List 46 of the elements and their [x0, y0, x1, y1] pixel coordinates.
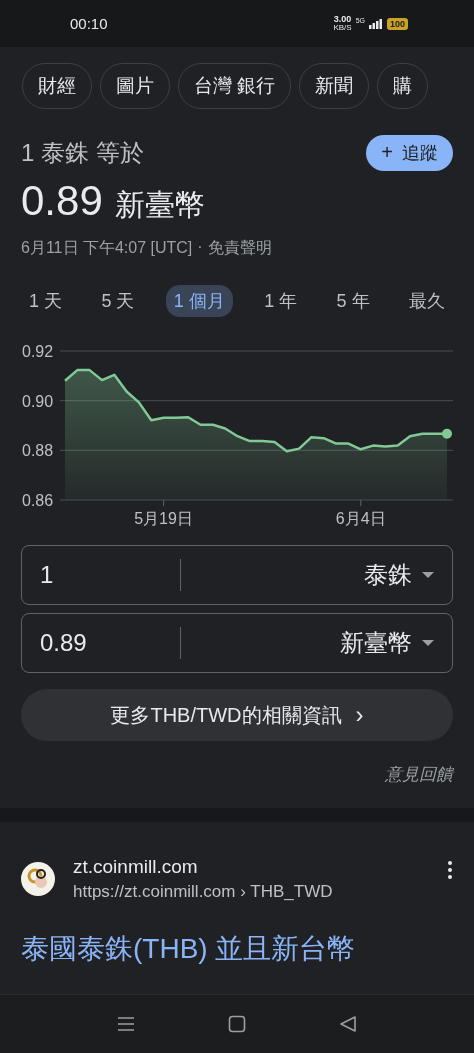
- menu-icon[interactable]: [116, 1016, 135, 1032]
- filter-chip[interactable]: 圖片: [100, 63, 170, 109]
- filter-chip[interactable]: 新聞: [299, 63, 370, 109]
- amount-field[interactable]: 1: [40, 561, 180, 589]
- network-speed-unit: KB/S: [333, 24, 352, 32]
- range-tab[interactable]: 1 個月: [165, 285, 233, 317]
- site-name: zt.coinmill.com: [73, 856, 199, 878]
- back-icon[interactable]: [339, 1015, 358, 1033]
- network-speed: 3.00: [333, 15, 352, 24]
- range-tab[interactable]: 1 天: [21, 285, 70, 317]
- currency-dropdown[interactable]: 泰銖: [181, 559, 434, 591]
- disclaimer-link[interactable]: 免責聲明: [207, 238, 272, 259]
- current-point: [442, 428, 452, 439]
- amount-field[interactable]: 0.89: [40, 629, 180, 657]
- caret-icon: [422, 639, 434, 647]
- site-url: https://zt.coinmill.com › THB_TWD: [73, 882, 334, 902]
- axis-label: 5月19日: [134, 510, 193, 527]
- axis-label: 0.86: [22, 492, 54, 509]
- clock: 00:10: [70, 15, 108, 32]
- result-value: 0.89: [21, 177, 103, 225]
- filter-chip[interactable]: 財經: [22, 63, 92, 109]
- more-info-button[interactable]: 更多THB/TWD的相關資訊 ›: [21, 689, 453, 741]
- separator-dot: ·: [197, 238, 203, 257]
- axis-label: 0.92: [22, 343, 54, 360]
- range-tab[interactable]: 5 天: [93, 285, 143, 317]
- result-currency: 新臺幣: [114, 187, 205, 223]
- filter-chip[interactable]: 台灣 銀行: [178, 63, 292, 109]
- axis-label: 0.90: [22, 392, 54, 410]
- feedback-link[interactable]: 意見回饋: [385, 763, 453, 786]
- follow-button[interactable]: + 追蹤: [366, 135, 453, 171]
- axis-label: 0.88: [22, 442, 54, 460]
- range-tab[interactable]: 最久: [400, 285, 453, 317]
- currency-dropdown[interactable]: 新臺幣: [181, 627, 434, 659]
- conversion-heading: 1 泰銖 等於: [21, 138, 144, 168]
- range-tab[interactable]: 5 年: [328, 285, 378, 317]
- caret-icon: [422, 571, 434, 579]
- result-title-link[interactable]: 泰國泰銖(THB) 並且新台幣: [21, 930, 453, 968]
- battery-level: 100: [386, 17, 408, 30]
- signal-icon: [368, 18, 383, 29]
- timestamp: 6月11日 下午4:07 [UTC]: [21, 238, 193, 258]
- more-options-icon[interactable]: [447, 860, 453, 880]
- range-tab[interactable]: 1 年: [256, 285, 306, 317]
- site-logo-icon: [21, 862, 55, 896]
- axis-label: 6月4日: [335, 510, 386, 527]
- filter-chip[interactable]: 購: [377, 63, 429, 109]
- home-icon[interactable]: [228, 1015, 246, 1033]
